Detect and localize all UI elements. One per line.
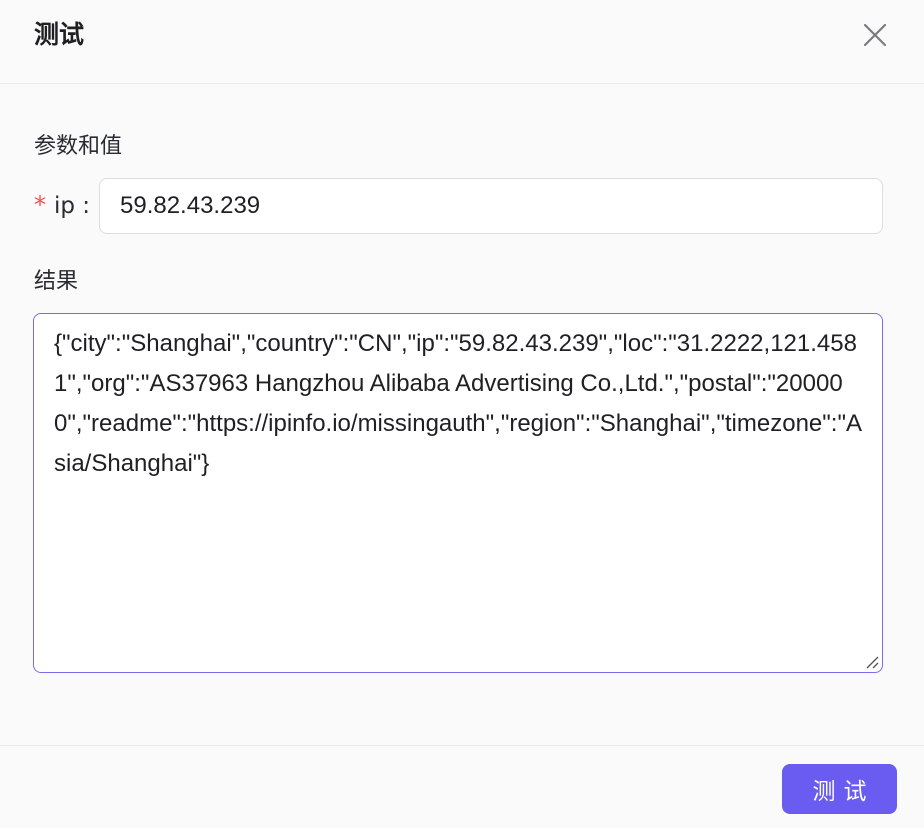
result-section-label: 结果 <box>34 269 79 294</box>
resize-handle-icon[interactable] <box>864 654 880 670</box>
dialog-header: 测试 <box>0 0 924 84</box>
params-section-label: 参数和值 <box>34 134 123 159</box>
ip-field-label: ip : <box>54 193 91 219</box>
close-icon[interactable] <box>861 21 889 49</box>
test-dialog: 测试 参数和值 * ip : 结果 {"city":"Shanghai","co… <box>0 0 924 828</box>
ip-field-row: * ip : <box>34 178 884 234</box>
test-button[interactable]: 测试 <box>782 764 897 814</box>
result-textarea[interactable]: {"city":"Shanghai","country":"CN","ip":"… <box>33 313 883 673</box>
required-mark: * <box>34 191 46 219</box>
ip-input[interactable] <box>99 178 883 234</box>
dialog-title: 测试 <box>34 20 85 49</box>
